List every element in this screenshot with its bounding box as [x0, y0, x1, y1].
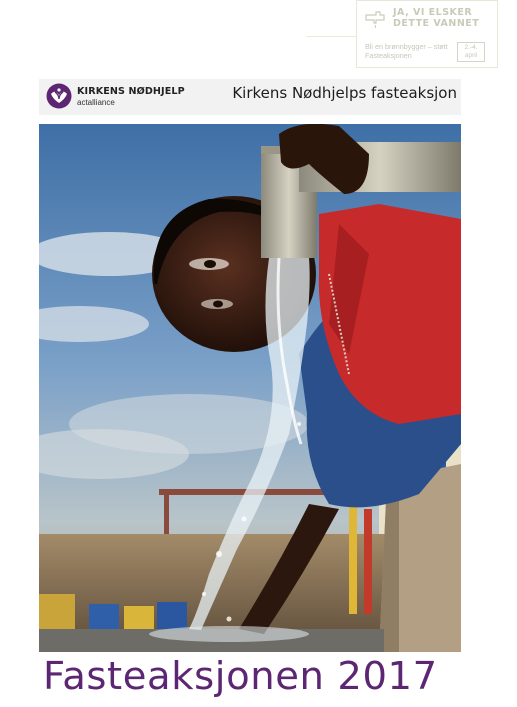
org-name: KIRKENS NØDHJELP [77, 86, 185, 97]
footer-title-bar: Fasteaksjonen 2017 [39, 652, 461, 704]
dove-hands-logo-icon [46, 83, 72, 109]
stamp-subline: Bli en brønnbygger – støtt Fasteaksjonen [365, 42, 448, 60]
stamp-headline: JA, VI ELSKER DETTE VANNET [393, 7, 480, 29]
tap-icon [365, 11, 385, 29]
footer-title: Fasteaksjonen 2017 [43, 654, 438, 699]
campaign-stamp: JA, VI ELSKER DETTE VANNET Bli en brønnb… [356, 0, 498, 68]
photo-illustration [39, 124, 461, 654]
stamp-date: 2.-4. april [457, 42, 485, 62]
stamp-connector-line [306, 36, 356, 37]
header-bar: KIRKENS NØDHJELP actalliance Kirkens Nød… [39, 79, 461, 115]
org-alliance: actalliance [77, 98, 115, 107]
boy-drinking-from-tap-photo [39, 124, 461, 654]
campaign-title: Kirkens Nødhjelps fasteaksjon [232, 84, 457, 102]
